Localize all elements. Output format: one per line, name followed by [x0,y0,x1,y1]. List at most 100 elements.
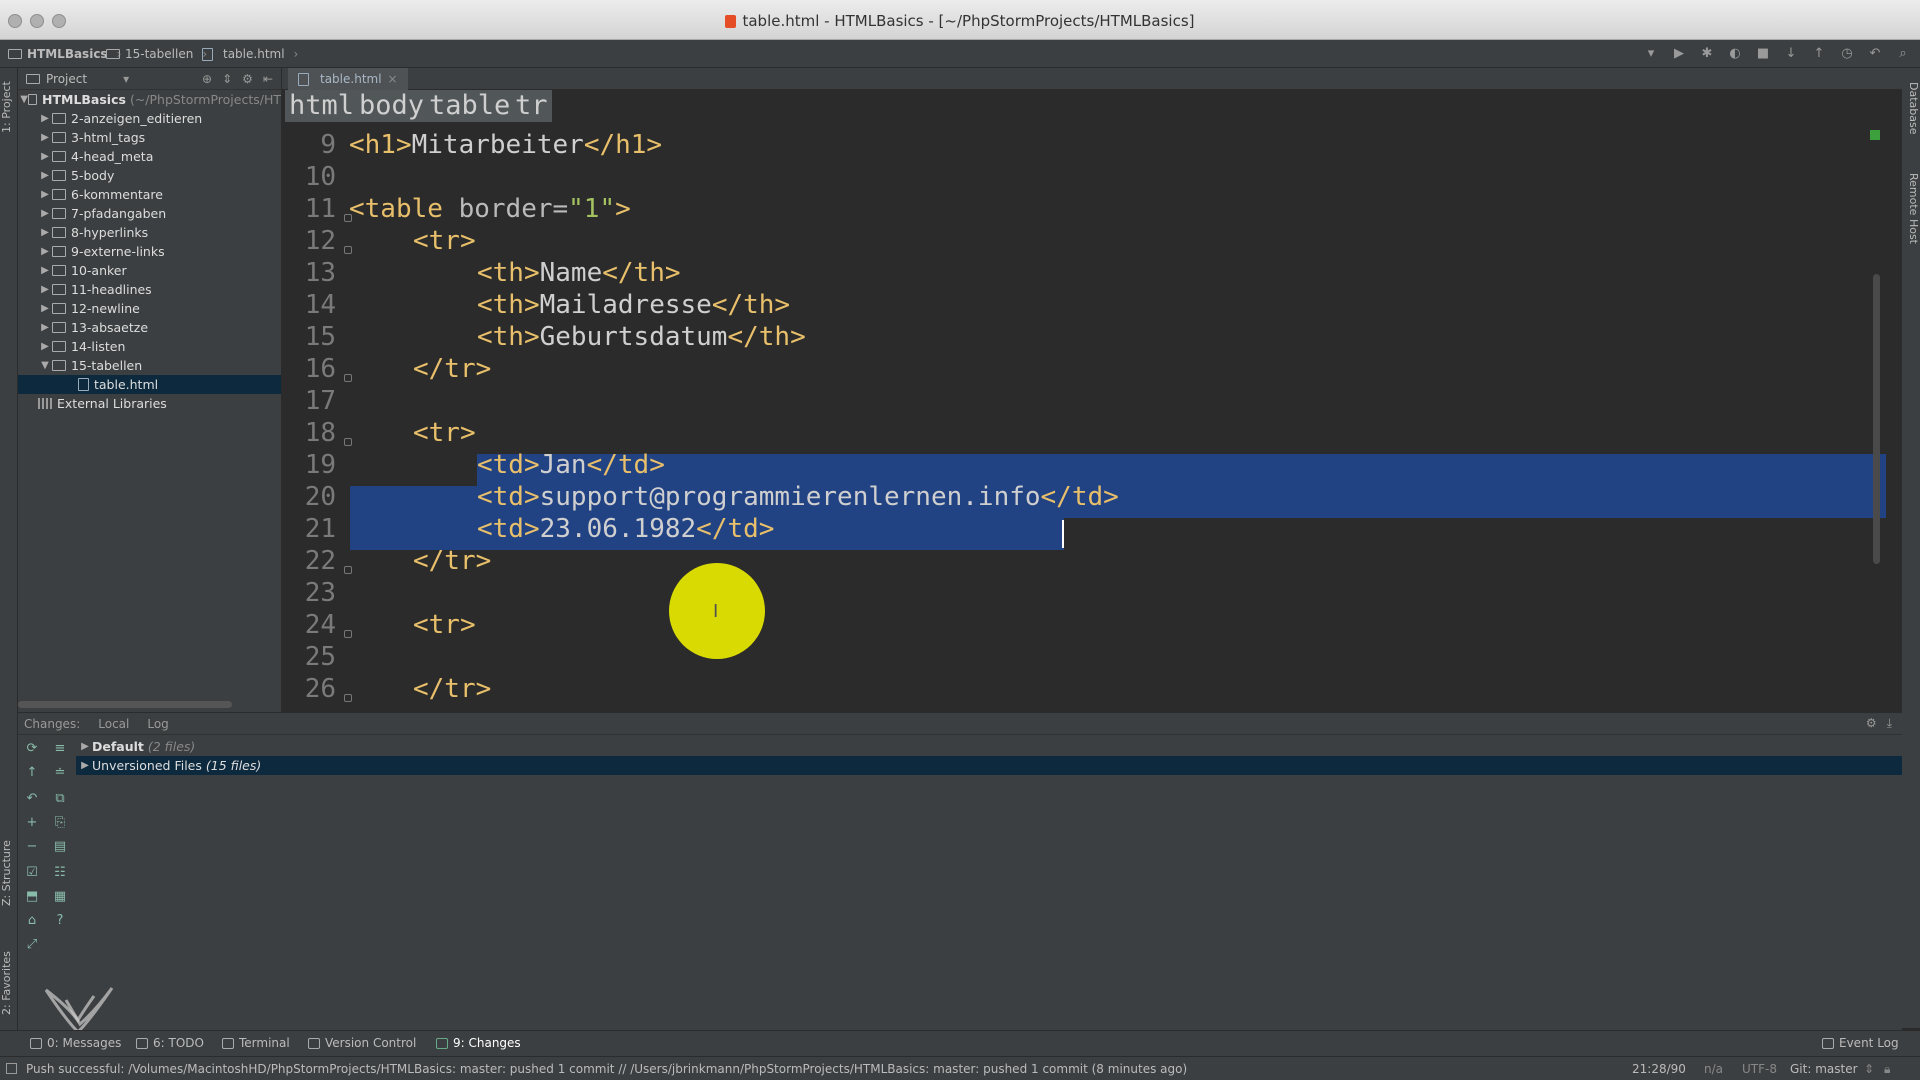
chevron-right-icon[interactable]: ▶ [38,132,52,143]
expand-all-icon[interactable]: ≡ [52,741,68,757]
revert-icon[interactable]: ↶ [1866,44,1884,62]
tab-terminal[interactable]: Terminal [222,1036,290,1050]
vcs-update-icon[interactable]: ↓ [1782,44,1800,62]
add-icon[interactable]: + [24,815,40,831]
vcs-commit-icon[interactable]: ↑ [1810,44,1828,62]
tab-local[interactable]: Local [98,717,129,731]
refresh-icon[interactable]: ⟳ [24,741,40,757]
coverage-icon[interactable]: ◐ [1726,44,1744,62]
tree-folder[interactable]: ▼ 15-tabellen [18,356,281,375]
gear-icon[interactable]: ⚙ [1866,716,1877,731]
breadcrumb-table[interactable]: table [425,90,515,122]
chevron-down-icon[interactable]: ▼ [20,94,28,105]
status-message[interactable]: Push successful: /Volumes/MacintoshHD/Ph… [26,1062,1187,1076]
fold-marker[interactable] [344,246,352,254]
hide-panel-icon[interactable]: ⤓ [1887,716,1892,731]
debug-icon[interactable]: ✱ [1698,44,1716,62]
chevron-down-icon[interactable]: ▾ [123,72,129,86]
chevron-right-icon[interactable]: ▶ [38,265,52,276]
hide-panel-icon[interactable]: ⇤ [263,72,273,86]
run-config-dropdown-icon[interactable]: ▾ [1642,44,1660,62]
check-icon[interactable]: ☑ [24,865,40,881]
expand-icon[interactable]: ⤢ [24,937,40,953]
tab-remote-host-tool[interactable]: Remote Host [1902,158,1920,258]
vcs-history-icon[interactable]: ◷ [1838,44,1856,62]
tab-project-tool[interactable]: 1: Project [0,68,18,146]
fold-marker[interactable] [344,694,352,702]
tab-favorites-tool[interactable]: 2: Favorites [0,938,18,1028]
tree-folder[interactable]: ▶ 14-listen [18,337,281,356]
chevron-right-icon[interactable]: ▶ [38,227,52,238]
tree-folder[interactable]: ▶ 11-headlines [18,280,281,299]
collapse-all-icon[interactable]: ⇕ [222,72,232,86]
chevron-right-icon[interactable]: ▶ [38,341,52,352]
status-toggle-icon[interactable] [6,1063,17,1074]
preview-icon[interactable]: ▦ [52,889,68,905]
breadcrumb-html[interactable]: html [285,90,359,122]
tab-log[interactable]: Log [147,717,168,731]
chevron-down-icon[interactable]: ▼ [38,360,52,371]
chevron-right-icon[interactable]: ▶ [38,189,52,200]
branch-switch-icon[interactable]: ⇕ [1864,1062,1874,1076]
tree-folder[interactable]: ▶ 6-kommentare [18,185,281,204]
file-encoding[interactable]: UTF-8 [1742,1062,1777,1076]
close-icon[interactable]: × [388,72,398,86]
tree-external-libraries[interactable]: External Libraries [18,394,281,413]
chevron-right-icon[interactable]: ▶ [38,246,52,257]
tree-folder[interactable]: ▶ 2-anzeigen_editieren [18,109,281,128]
fold-marker[interactable] [344,630,352,638]
fold-marker[interactable] [344,374,352,382]
tree-folder[interactable]: ▶ 12-newline [18,299,281,318]
copy-icon[interactable]: ⎘ [52,815,68,831]
lock-icon[interactable]: 🔒︎ [1884,1062,1890,1077]
chevron-right-icon[interactable]: ▶ [38,151,52,162]
tab-database-tool[interactable]: Database [1902,72,1920,144]
chevron-right-icon[interactable]: ▶ [38,170,52,181]
tree-folder[interactable]: ▶ 10-anker [18,261,281,280]
event-log-button[interactable]: Event Log [1822,1036,1899,1050]
git-branch[interactable]: Git: master [1790,1062,1858,1076]
tree-folder[interactable]: ▶ 8-hyperlinks [18,223,281,242]
changelist-icon[interactable]: ▤ [52,839,68,855]
fold-marker[interactable] [344,438,352,446]
tree-root[interactable]: ▼ HTMLBasics (~/PhpStormProjects/HT [18,90,281,109]
tree-folder[interactable]: ▶ 5-body [18,166,281,185]
diff-icon[interactable]: ⧉ [52,791,68,807]
group-icon[interactable]: ☷ [52,865,68,881]
run-icon[interactable]: ▶ [1670,44,1688,62]
nav-crumb-file[interactable]: table.html › [202,47,298,61]
tree-file-table-html[interactable]: table.html [18,375,281,394]
tree-folder[interactable]: ▶ 3-html_tags [18,128,281,147]
vcs-commit-icon[interactable]: ↑ [24,765,40,781]
tree-folder[interactable]: ▶ 7-pfadangaben [18,204,281,223]
chevron-right-icon[interactable]: ▶ [38,284,52,295]
code-editor[interactable]: 9 10 11 12 13 14 15 16 17 18 19 20 21 22… [282,124,1886,710]
tree-folder[interactable]: ▶ 9-externe-links [18,242,281,261]
tab-table-html[interactable]: table.html × [288,68,408,90]
collapse-all-icon[interactable]: ≐ [52,765,68,781]
tab-messages[interactable]: 0: Messages [30,1036,121,1050]
changelist-default[interactable]: ▶ Default (2 files) [76,737,1902,756]
chevron-right-icon[interactable]: ▶ [38,113,52,124]
help-icon[interactable]: ? [52,913,68,929]
chevron-right-icon[interactable]: ▶ [78,741,92,752]
nav-crumb-folder[interactable]: 15-tabellen › [106,47,207,61]
remove-icon[interactable]: − [24,839,40,855]
stop-icon[interactable]: ■ [1754,44,1772,62]
tab-todo[interactable]: 6: TODO [136,1036,204,1050]
caret-position[interactable]: 21:28/90 [1632,1062,1686,1076]
horizontal-scrollbar[interactable] [18,701,232,708]
rollback-icon[interactable]: ↶ [24,791,40,807]
search-icon[interactable]: ⌕ [1894,44,1912,62]
chevron-right-icon[interactable]: ▶ [38,208,52,219]
lock-icon[interactable]: ⌂ [24,913,40,929]
changelist-unversioned[interactable]: ▶ Unversioned Files (15 files) [76,756,1902,775]
gear-icon[interactable]: ⚙ [242,72,253,86]
tree-folder[interactable]: ▶ 4-head_meta [18,147,281,166]
line-separator[interactable]: n/a [1704,1062,1723,1076]
nav-crumb-project[interactable]: HTMLBasics › [8,47,121,61]
tab-version-control[interactable]: Version Control [308,1036,416,1050]
chevron-right-icon[interactable]: ▶ [78,760,92,771]
breadcrumb-body[interactable]: body [355,90,429,122]
fold-marker[interactable] [344,566,352,574]
